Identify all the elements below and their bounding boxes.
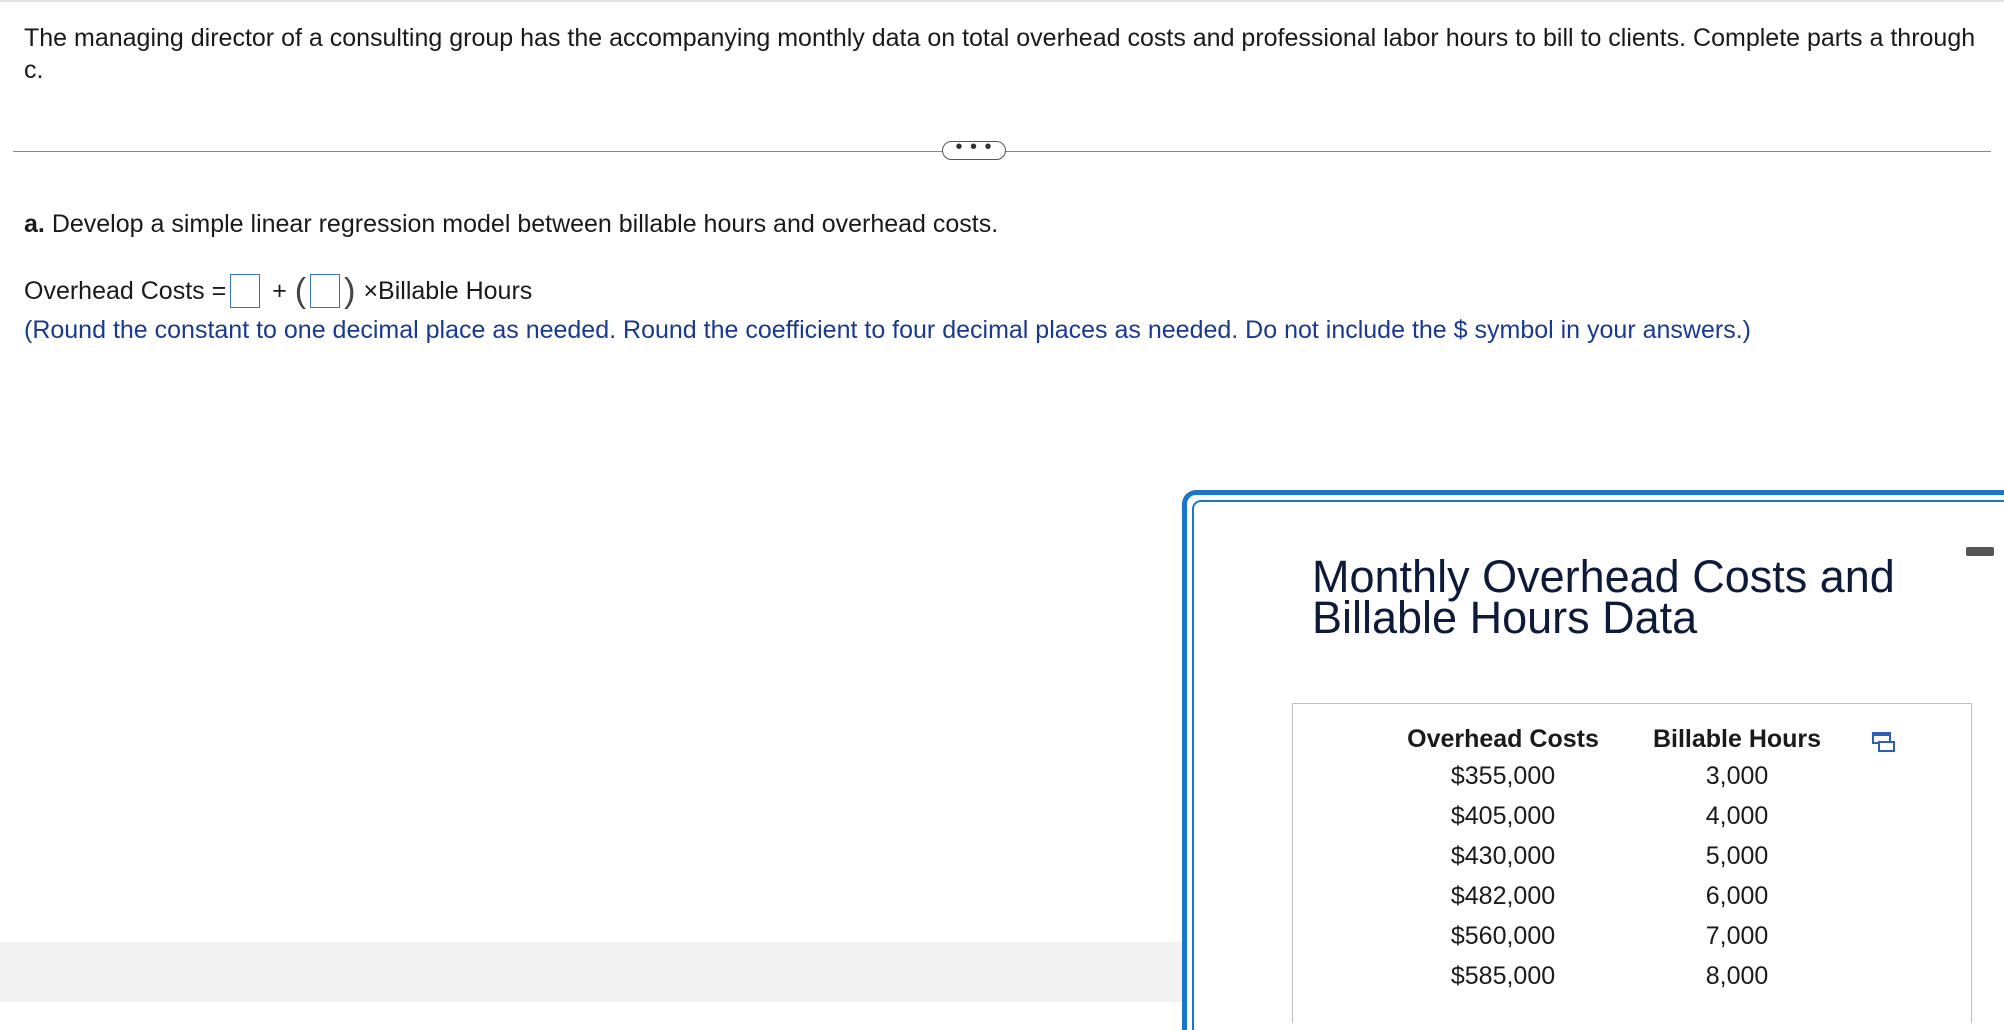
- lower-content-area: [0, 942, 1182, 1002]
- minimize-icon[interactable]: [1966, 547, 1994, 556]
- column-gap: [1610, 876, 1642, 916]
- column-header-overhead-costs: Overhead Costs: [1407, 724, 1599, 753]
- cell-overhead-costs: $430,000: [1450, 841, 1556, 870]
- table-row: $405,000 4,000: [1396, 796, 1832, 836]
- column-gap: [1610, 956, 1642, 996]
- table-header-row: Overhead Costs Billable Hours: [1396, 722, 1832, 756]
- column-header-billable-hours: Billable Hours: [1652, 724, 1822, 753]
- table-row: $355,000 3,000: [1396, 756, 1832, 796]
- open-paren: (: [294, 272, 307, 310]
- cell-billable-hours: 5,000: [1705, 841, 1769, 870]
- cell-billable-hours: 7,000: [1705, 921, 1769, 950]
- table-row: $585,000 8,000: [1396, 956, 1832, 996]
- top-rule: [0, 0, 2004, 2]
- column-gap: [1610, 836, 1642, 876]
- copy-icon[interactable]: [1872, 731, 1896, 753]
- billable-hours-term: ×Billable Hours: [363, 277, 533, 305]
- equation-lhs: Overhead Costs =: [24, 277, 227, 305]
- cell-billable-hours: 4,000: [1705, 801, 1769, 830]
- cell-billable-hours: 3,000: [1705, 761, 1769, 790]
- column-gap: [1610, 756, 1642, 796]
- table-row: $560,000 7,000: [1396, 916, 1832, 956]
- coefficient-answer-input[interactable]: [310, 274, 341, 308]
- cell-billable-hours: 6,000: [1705, 881, 1769, 910]
- column-gap: [1610, 796, 1642, 836]
- part-a-text: Develop a simple linear regression model…: [51, 210, 999, 238]
- constant-answer-input[interactable]: [230, 274, 261, 308]
- column-gap: [1610, 722, 1642, 756]
- cell-overhead-costs: $355,000: [1450, 761, 1556, 790]
- table-row: $430,000 5,000: [1396, 836, 1832, 876]
- cell-overhead-costs: $585,000: [1450, 961, 1556, 990]
- part-a-prompt: a. Develop a simple linear regression mo…: [24, 208, 998, 240]
- cell-overhead-costs: $482,000: [1450, 881, 1556, 910]
- rounding-hint: (Round the constant to one decimal place…: [24, 316, 1751, 344]
- expand-more-button[interactable]: • • •: [942, 137, 1006, 160]
- column-gap: [1610, 916, 1642, 956]
- part-a-letter: a.: [24, 210, 45, 238]
- table-row: $482,000 6,000: [1396, 876, 1832, 916]
- regression-equation: Overhead Costs = + ( ) ×Billable Hours: [24, 274, 532, 308]
- question-text: The managing director of a consulting gr…: [24, 24, 1976, 84]
- cell-overhead-costs: $560,000: [1450, 921, 1556, 950]
- cell-billable-hours: 8,000: [1705, 961, 1769, 990]
- data-panel-title: Monthly Overhead Costs and Billable Hour…: [1312, 551, 1895, 643]
- close-paren: ): [344, 272, 356, 310]
- overhead-data-table: Overhead Costs Billable Hours $355,000 3…: [1396, 722, 1832, 996]
- plus-sign: +: [272, 277, 287, 305]
- cell-overhead-costs: $405,000: [1450, 801, 1556, 830]
